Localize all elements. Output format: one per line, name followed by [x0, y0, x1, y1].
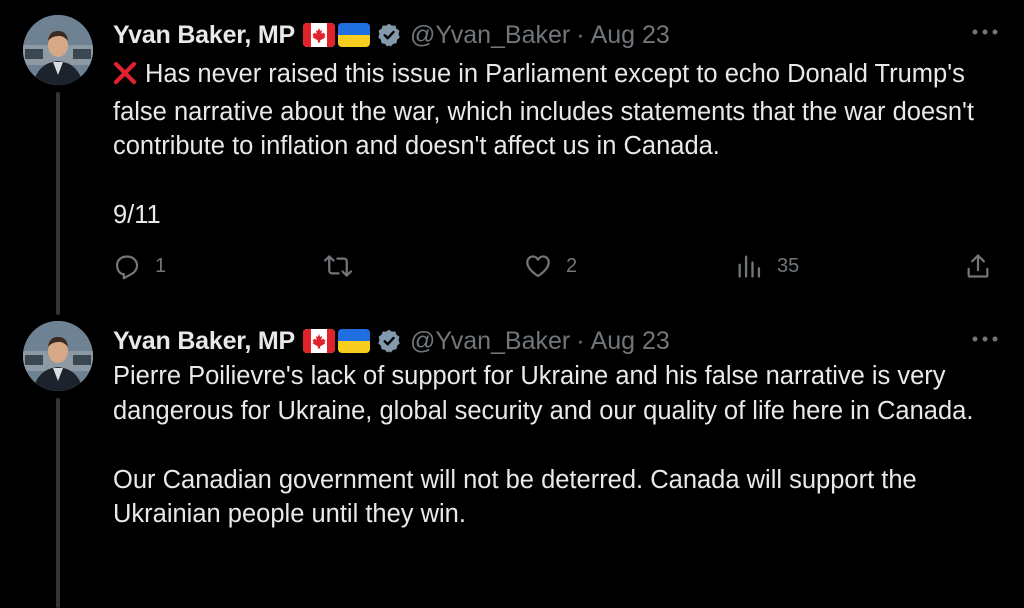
share-button[interactable]	[964, 252, 992, 280]
separator-dot: ·	[576, 326, 585, 355]
views-count: 35	[777, 254, 800, 277]
author-handle[interactable]: @Yvan_Baker	[410, 327, 570, 356]
avatar[interactable]	[23, 321, 93, 391]
tweet-date[interactable]: Aug 23	[591, 21, 670, 50]
share-icon	[967, 254, 989, 278]
tweet-paragraph: Our Canadian government will not be dete…	[113, 465, 917, 529]
tweet-header: Yvan Baker, MP @Yvan_Baker · Aug 23	[113, 19, 670, 51]
more-options-icon[interactable]	[970, 20, 1000, 44]
tweet-actions: 1 2 35	[113, 246, 999, 286]
verified-badge-icon	[376, 328, 402, 354]
verified-badge-icon	[376, 22, 402, 48]
author-handle[interactable]: @Yvan_Baker	[410, 21, 570, 50]
repost-button[interactable]	[323, 252, 367, 280]
canada-flag-icon	[303, 329, 336, 353]
ukraine-flag-icon	[338, 23, 371, 47]
tweet-paragraph-text: Has never raised this issue in Parliamen…	[113, 60, 975, 160]
more-options-icon[interactable]	[970, 327, 1000, 351]
reply-button[interactable]: 1	[113, 252, 166, 280]
tweet-paragraph: Has never raised this issue in Parliamen…	[113, 57, 1003, 164]
cross-mark-emoji	[113, 60, 137, 95]
ukraine-flag-icon	[338, 329, 371, 353]
like-button[interactable]: 2	[524, 252, 577, 280]
tweet-header: Yvan Baker, MP @Yvan_Baker · Aug 23	[113, 325, 670, 357]
tweet-text: Pierre Poilievre's lack of support for U…	[113, 359, 1003, 532]
repost-icon	[323, 255, 353, 277]
reply-icon	[115, 255, 139, 280]
tweet-paragraph: 9/11	[113, 201, 161, 229]
separator-dot: ·	[576, 20, 585, 49]
canada-flag-icon	[303, 23, 336, 47]
avatar[interactable]	[23, 15, 93, 85]
author-name[interactable]: Yvan Baker, MP	[113, 21, 295, 50]
tweet-text: Has never raised this issue in Parliamen…	[113, 57, 1003, 233]
author-name[interactable]: Yvan Baker, MP	[113, 327, 295, 356]
tweet[interactable]: Yvan Baker, MP @Yvan_Baker · Aug 23	[0, 0, 1024, 315]
thread-line	[56, 398, 60, 608]
like-icon	[526, 255, 550, 278]
tweet-date[interactable]: Aug 23	[591, 327, 670, 356]
thread-line	[56, 92, 60, 315]
like-count: 2	[566, 254, 578, 277]
tweet-paragraph: Pierre Poilievre's lack of support for U…	[113, 362, 974, 425]
tweet[interactable]: Yvan Baker, MP @Yvan_Baker · Aug 23	[0, 313, 1024, 608]
views-button[interactable]: 35	[735, 252, 799, 280]
reply-count: 1	[155, 254, 167, 277]
views-icon	[738, 255, 761, 278]
